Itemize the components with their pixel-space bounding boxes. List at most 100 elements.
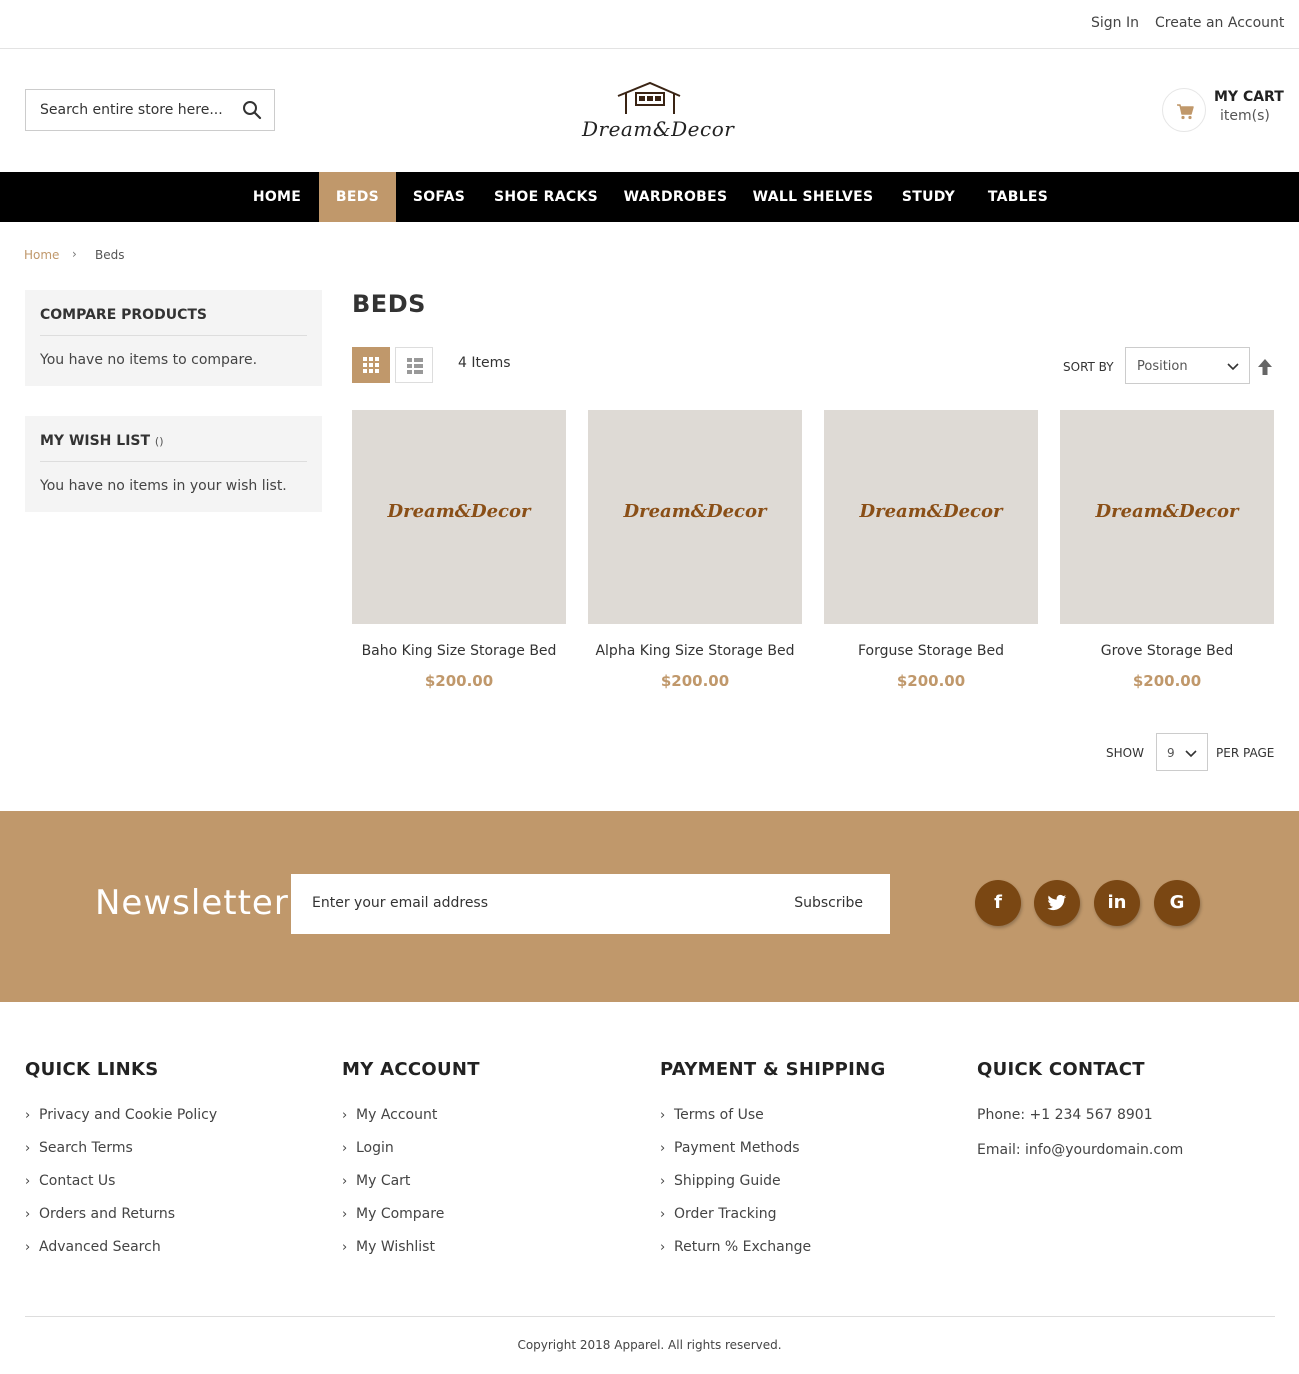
divider [40,335,307,336]
copyright: Copyright 2018 Apparel. All rights reser… [517,1338,782,1352]
nav-item-shoe-racks[interactable]: SHOE RACKS [482,172,610,222]
linkedin-icon[interactable]: in [1094,880,1140,926]
chevron-down-icon [1185,750,1197,758]
footer-link-label[interactable]: Terms of Use [674,1107,764,1123]
quick-links-title: QUICK LINKS [25,1059,159,1080]
sort-direction-icon[interactable] [1257,358,1273,376]
footer-link-label[interactable]: Orders and Returns [39,1206,175,1222]
product-image-logo: Dream&Decor [623,501,767,522]
footer-link[interactable]: › Search Terms [25,1140,133,1156]
product-card[interactable]: Dream&Decor Baho King Size Storage Bed $… [352,410,566,690]
chevron-right-icon: › [342,1141,348,1156]
google-icon[interactable]: G [1154,880,1200,926]
footer-link[interactable]: › My Compare [342,1206,444,1222]
footer-link-label[interactable]: My Account [356,1107,437,1123]
search-icon[interactable] [242,100,262,120]
contact-email[interactable]: Email: info@yourdomain.com [977,1142,1183,1158]
product-card[interactable]: Dream&Decor Forguse Storage Bed $200.00 [824,410,1038,690]
footer-link[interactable]: › Payment Methods [660,1140,800,1156]
create-account-link[interactable]: Create an Account [1155,15,1284,31]
product-image[interactable]: Dream&Decor [824,410,1038,624]
breadcrumb-home[interactable]: Home [24,248,59,262]
footer-link-label[interactable]: Search Terms [39,1140,133,1156]
chevron-right-icon: › [660,1174,666,1189]
chevron-right-icon: › [25,1174,31,1189]
footer-link[interactable]: › Login [342,1140,394,1156]
subscribe-button[interactable]: Subscribe [794,895,863,911]
footer-link[interactable]: › My Account [342,1107,437,1123]
footer-link[interactable]: › Terms of Use [660,1107,764,1123]
compare-title: COMPARE PRODUCTS [40,307,207,323]
footer-link-label[interactable]: My Cart [356,1173,410,1189]
store-logo[interactable]: Dream&Decor [580,80,734,144]
compare-empty-text: You have no items to compare. [40,352,258,368]
sort-by-select[interactable]: Position [1125,347,1250,384]
footer-link[interactable]: › My Cart [342,1173,410,1189]
footer-link[interactable]: › Privacy and Cookie Policy [25,1107,217,1123]
footer-payment-shipping: PAYMENT & SHIPPING › Terms of Use › Paymen… [660,1059,960,1255]
footer-link[interactable]: › Order Tracking [660,1206,777,1222]
footer-link-label[interactable]: Login [356,1140,394,1156]
nav-item-study[interactable]: STUDY [885,172,972,222]
breadcrumb-current: Beds [95,248,125,262]
product-image-logo: Dream&Decor [859,501,1003,522]
footer-link-label[interactable]: Return % Exchange [674,1239,811,1255]
nav-item-home[interactable]: HOME [235,172,319,222]
footer-quick-links: QUICK LINKS › Privacy and Cookie Policy ›… [25,1059,325,1255]
twitter-bird-icon [1047,894,1067,911]
top-bar: Sign In Create an Account [0,0,1299,49]
chevron-right-icon: › [660,1141,666,1156]
grid-view-button[interactable] [352,347,390,383]
product-image[interactable]: Dream&Decor [352,410,566,624]
footer-link[interactable]: › Contact Us [25,1173,115,1189]
search-placeholder: Search entire store here... [40,102,223,118]
chevron-right-icon: › [342,1207,348,1222]
newsletter-email-field[interactable]: Enter your email address Subscribe [291,874,890,934]
product-image[interactable]: Dream&Decor [1060,410,1274,624]
wishlist-empty-text: You have no items in your wish list. [40,478,287,494]
nav-item-tables[interactable]: TABLES [972,172,1064,222]
footer-link-label[interactable]: Contact Us [39,1173,115,1189]
footer-link-label[interactable]: Privacy and Cookie Policy [39,1107,217,1123]
grid-icon [363,357,379,373]
cart-title[interactable]: MY CART [1214,89,1284,105]
cart-button[interactable] [1162,88,1206,132]
footer-link[interactable]: › My Wishlist [342,1239,435,1255]
compare-products-block: COMPARE PRODUCTS You have no items to co… [25,290,322,386]
nav-item-sofas[interactable]: SOFAS [396,172,482,222]
product-name[interactable]: Grove Storage Bed [1050,643,1284,659]
footer-link[interactable]: › Orders and Returns [25,1206,175,1222]
per-page-select[interactable]: 9 [1156,733,1208,771]
footer-link-label[interactable]: Order Tracking [674,1206,777,1222]
footer-link[interactable]: › Advanced Search [25,1239,161,1255]
footer-link-label[interactable]: My Wishlist [356,1239,435,1255]
nav-item-wardrobes[interactable]: WARDROBES [610,172,741,222]
product-card[interactable]: Dream&Decor Alpha King Size Storage Bed … [588,410,802,690]
list-view-button[interactable] [395,347,433,383]
chevron-right-icon: › [25,1207,31,1222]
chevron-right-icon: › [342,1108,348,1123]
nav-item-beds[interactable]: BEDS [319,172,396,222]
newsletter-title: Newsletter [95,883,289,923]
footer-quick-contact: QUICK CONTACT Phone: +1 234 567 8901 Ema… [977,1059,1277,1158]
footer-link-label[interactable]: Payment Methods [674,1140,800,1156]
twitter-icon[interactable] [1034,880,1080,926]
nav-item-wall-shelves[interactable]: WALL SHELVES [741,172,885,222]
product-name[interactable]: Baho King Size Storage Bed [342,643,576,659]
footer-link[interactable]: › Return % Exchange [660,1239,811,1255]
product-name[interactable]: Alpha King Size Storage Bed [578,643,812,659]
facebook-icon[interactable]: f [975,880,1021,926]
footer-link-label[interactable]: Shipping Guide [674,1173,781,1189]
search-input[interactable]: Search entire store here... [25,89,275,131]
product-card[interactable]: Dream&Decor Grove Storage Bed $200.00 [1060,410,1274,690]
product-name[interactable]: Forguse Storage Bed [814,643,1048,659]
chevron-right-icon: › [660,1207,666,1222]
footer-link[interactable]: › Shipping Guide [660,1173,781,1189]
chevron-right-icon: › [342,1240,348,1255]
product-image[interactable]: Dream&Decor [588,410,802,624]
footer-link-label[interactable]: Advanced Search [39,1239,161,1255]
footer-link-label[interactable]: My Compare [356,1206,444,1222]
sign-in-link[interactable]: Sign In [1091,15,1139,31]
product-price: $200.00 [424,672,494,690]
main-navigation: HOME BEDS SOFAS SHOE RACKS WARDROBES WAL… [0,172,1299,222]
